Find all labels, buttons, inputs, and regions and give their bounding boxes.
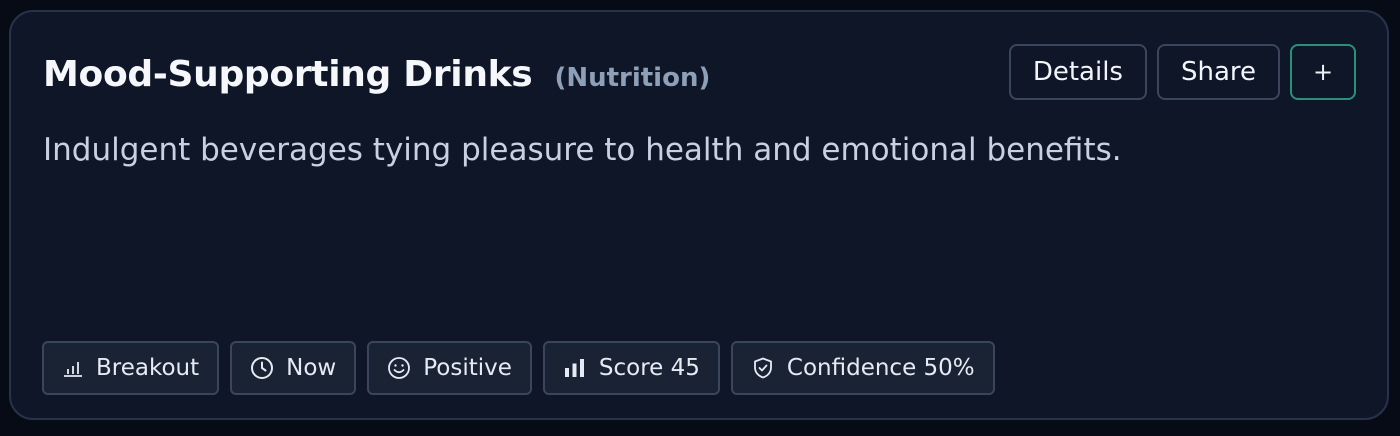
trend-card: Mood-Supporting Drinks (Nutrition) Detai… bbox=[9, 10, 1389, 420]
card-description: Indulgent beverages tying pleasure to he… bbox=[43, 132, 1122, 168]
details-button[interactable]: Details bbox=[1008, 44, 1147, 100]
chip-row: Breakout Now Positive Score 45 Confidenc… bbox=[42, 341, 995, 395]
chip-label: Now bbox=[286, 355, 337, 381]
card-category: (Nutrition) bbox=[554, 63, 711, 93]
chip-positive: Positive bbox=[367, 341, 532, 395]
chip-label: Score 45 bbox=[598, 355, 700, 381]
add-button[interactable]: + bbox=[1290, 44, 1356, 100]
card-header: Mood-Supporting Drinks (Nutrition) bbox=[43, 54, 710, 95]
chip-now: Now bbox=[230, 341, 357, 395]
chip-score: Score 45 bbox=[542, 341, 720, 395]
card-actions: Details Share + bbox=[1008, 44, 1356, 100]
signal-bars-icon bbox=[563, 357, 587, 379]
chip-label: Confidence 50% bbox=[786, 355, 975, 381]
clock-icon bbox=[250, 356, 274, 380]
chip-label: Positive bbox=[423, 355, 512, 381]
chip-confidence: Confidence 50% bbox=[730, 341, 995, 395]
chip-breakout: Breakout bbox=[42, 341, 220, 395]
chip-label: Breakout bbox=[96, 355, 200, 381]
share-button[interactable]: Share bbox=[1156, 44, 1280, 100]
card-title: Mood-Supporting Drinks bbox=[43, 54, 533, 95]
bar-chart-icon bbox=[62, 357, 84, 379]
shield-check-icon bbox=[751, 356, 775, 380]
smile-icon bbox=[387, 356, 411, 380]
